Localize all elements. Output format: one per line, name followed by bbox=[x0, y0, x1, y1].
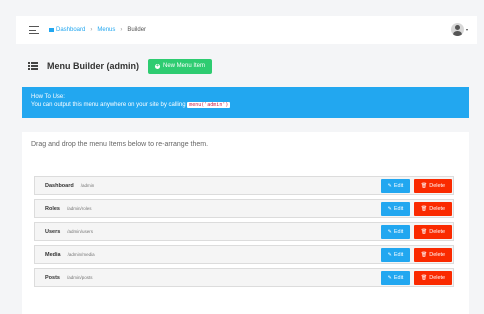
delete-label: Delete bbox=[429, 229, 446, 235]
how-to-use-alert: How To Use: You can output this menu any… bbox=[22, 87, 469, 118]
breadcrumb-dashboard[interactable]: Dashboard bbox=[49, 27, 85, 33]
menu-item-actions: ✎ Edit 🗑 Delete bbox=[381, 271, 452, 285]
pencil-icon: ✎ bbox=[387, 252, 392, 258]
pencil-icon: ✎ bbox=[387, 206, 392, 212]
edit-button[interactable]: ✎ Edit bbox=[381, 248, 410, 262]
menu-item-title: Users bbox=[45, 228, 61, 235]
menu-item-url: /admin/users bbox=[67, 229, 94, 234]
menu-item-url: /admin/posts bbox=[66, 275, 93, 280]
trash-icon: 🗑 bbox=[420, 252, 428, 258]
alert-heading: How To Use: bbox=[31, 94, 65, 100]
menu-item-url: /admin/roles bbox=[66, 206, 92, 211]
delete-label: Delete bbox=[429, 183, 446, 189]
edit-label: Edit bbox=[393, 183, 404, 189]
trash-icon: 🗑 bbox=[420, 206, 428, 212]
menu-item-row[interactable]: Dashboard/admin ✎ Edit 🗑 Delete bbox=[34, 176, 454, 195]
trash-icon: 🗑 bbox=[420, 275, 428, 281]
breadcrumb-separator: › bbox=[120, 27, 123, 33]
list-icon bbox=[28, 62, 38, 70]
hamburger-icon[interactable] bbox=[29, 26, 39, 34]
avatar[interactable] bbox=[450, 23, 464, 36]
trash-icon: 🗑 bbox=[420, 229, 428, 235]
breadcrumb-menus[interactable]: Menus bbox=[97, 27, 115, 33]
breadcrumb-separator: › bbox=[90, 27, 93, 33]
menu-item-url: /admin/media bbox=[67, 252, 95, 257]
menu-panel: Drag and drop the menu Items below to re… bbox=[22, 132, 469, 314]
delete-button[interactable]: 🗑 Delete bbox=[414, 271, 452, 285]
menu-item-row[interactable]: Media/admin/media ✎ Edit 🗑 Delete bbox=[34, 245, 454, 264]
edit-label: Edit bbox=[393, 275, 404, 281]
menu-item-actions: ✎ Edit 🗑 Delete bbox=[381, 179, 452, 193]
edit-button[interactable]: ✎ Edit bbox=[381, 225, 410, 239]
top-navbar: Dashboard › Menus › Builder ▾ bbox=[16, 16, 477, 44]
menu-item-actions: ✎ Edit 🗑 Delete bbox=[381, 225, 452, 239]
page-title: Menu Builder (admin) bbox=[47, 61, 139, 71]
breadcrumb-current: Builder bbox=[127, 27, 147, 33]
panel-intro: Drag and drop the menu Items below to re… bbox=[31, 141, 209, 148]
menu-item-title: Media bbox=[45, 251, 61, 258]
delete-label: Delete bbox=[429, 275, 446, 281]
edit-button[interactable]: ✎ Edit bbox=[381, 179, 410, 193]
menu-item-title: Posts bbox=[45, 274, 60, 281]
delete-button[interactable]: 🗑 Delete bbox=[414, 179, 452, 193]
alert-text: You can output this menu anywhere on you… bbox=[31, 102, 186, 108]
menu-item-row[interactable]: Users/admin/users ✎ Edit 🗑 Delete bbox=[34, 222, 454, 241]
edit-label: Edit bbox=[393, 206, 404, 212]
pencil-icon: ✎ bbox=[387, 183, 392, 189]
page-header: Menu Builder (admin) + New Menu Item bbox=[28, 58, 213, 74]
pencil-icon: ✎ bbox=[387, 275, 392, 281]
trash-icon: 🗑 bbox=[420, 183, 428, 189]
delete-button[interactable]: 🗑 Delete bbox=[414, 225, 452, 239]
user-menu[interactable]: ▾ bbox=[450, 23, 468, 36]
menu-item-url: /admin bbox=[80, 183, 95, 188]
menu-item-row[interactable]: Roles/admin/roles ✎ Edit 🗑 Delete bbox=[34, 199, 454, 218]
new-menu-item-label: New Menu Item bbox=[163, 63, 206, 69]
edit-button[interactable]: ✎ Edit bbox=[381, 271, 410, 285]
alert-code: menu('admin') bbox=[187, 102, 231, 108]
edit-label: Edit bbox=[393, 229, 404, 235]
new-menu-item-button[interactable]: + New Menu Item bbox=[148, 58, 213, 74]
pencil-icon: ✎ bbox=[387, 229, 392, 235]
plus-circle-icon: + bbox=[155, 62, 160, 69]
menu-item-actions: ✎ Edit 🗑 Delete bbox=[381, 202, 452, 216]
breadcrumb: Dashboard › Menus › Builder bbox=[49, 27, 146, 33]
alert-body: You can output this menu anywhere on you… bbox=[31, 101, 460, 109]
delete-button[interactable]: 🗑 Delete bbox=[414, 202, 452, 216]
home-icon bbox=[49, 27, 54, 32]
delete-label: Delete bbox=[429, 252, 446, 258]
menu-item-title: Roles bbox=[45, 205, 60, 212]
menu-item-actions: ✎ Edit 🗑 Delete bbox=[381, 248, 452, 262]
delete-label: Delete bbox=[429, 206, 446, 212]
edit-button[interactable]: ✎ Edit bbox=[381, 202, 410, 216]
menu-item-title: Dashboard bbox=[45, 182, 74, 189]
caret-down-icon[interactable]: ▾ bbox=[466, 27, 468, 32]
delete-button[interactable]: 🗑 Delete bbox=[414, 248, 452, 262]
menu-item-row[interactable]: Posts/admin/posts ✎ Edit 🗑 Delete bbox=[34, 268, 454, 287]
menu-item-list: Dashboard/admin ✎ Edit 🗑 Delete Roles/admin/r… bbox=[34, 176, 454, 291]
edit-label: Edit bbox=[393, 252, 404, 258]
breadcrumb-dashboard-label: Dashboard bbox=[56, 27, 86, 33]
